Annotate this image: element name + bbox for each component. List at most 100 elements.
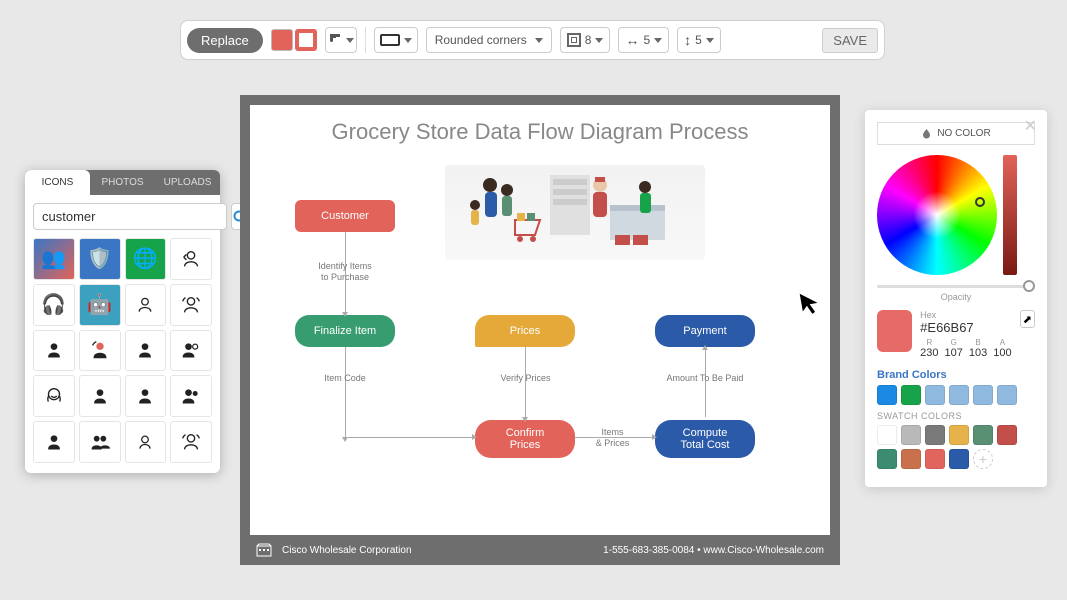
canvas-footer: Cisco Wholesale Corporation 1-555-683-38… xyxy=(240,535,840,565)
eyedropper-button[interactable]: ⬈ xyxy=(1020,310,1035,328)
chevron-down-icon xyxy=(706,38,714,43)
brand-colors-label: Brand Colors xyxy=(877,369,1035,381)
icons-panel: ICONS PHOTOS UPLOADS 👥 🛡️ 🌐 🎧 🤖 xyxy=(25,170,220,473)
header-illustration xyxy=(445,165,705,260)
width-dropdown[interactable]: ↔ 5 xyxy=(618,27,669,53)
rgba-values: R230 G107 B103 A100 xyxy=(920,338,1011,359)
color-wheel[interactable] xyxy=(877,155,997,275)
color-swatch[interactable] xyxy=(949,425,969,445)
node-confirm[interactable]: Confirm Prices xyxy=(475,420,575,458)
wheel-cursor[interactable] xyxy=(975,197,985,207)
icon-result[interactable] xyxy=(170,330,212,372)
chevron-down-icon xyxy=(535,38,543,43)
border-icon xyxy=(567,33,581,47)
no-color-button[interactable]: NO COLOR xyxy=(877,122,1035,145)
hex-value[interactable]: #E66B67 xyxy=(920,320,1011,335)
horizontal-arrows-icon: ↔ xyxy=(625,32,639,48)
icon-result[interactable] xyxy=(170,284,212,326)
arrow xyxy=(345,437,472,438)
icon-result[interactable]: 🌐 xyxy=(125,238,167,280)
opacity-label: Opacity xyxy=(877,292,1035,302)
icon-result[interactable] xyxy=(79,375,121,417)
color-swatch[interactable] xyxy=(997,425,1017,445)
color-swatches xyxy=(271,29,317,51)
node-customer[interactable]: Customer xyxy=(295,200,395,232)
brand-swatch[interactable] xyxy=(949,385,969,405)
fill-color-swatch[interactable] xyxy=(271,29,293,51)
close-icon[interactable]: ✕ xyxy=(1024,116,1037,136)
opacity-thumb[interactable] xyxy=(1023,280,1035,292)
icon-result[interactable] xyxy=(33,330,75,372)
node-prices[interactable]: Prices xyxy=(475,315,575,347)
vertical-arrows-icon: ↕ xyxy=(684,32,691,48)
icon-result[interactable]: 🛡️ xyxy=(79,238,121,280)
canvas[interactable]: Grocery Store Data Flow Diagram Process … xyxy=(250,105,830,555)
icon-grid: 👥 🛡️ 🌐 🎧 🤖 xyxy=(25,238,220,473)
icon-result[interactable] xyxy=(125,330,167,372)
brand-swatch[interactable] xyxy=(925,385,945,405)
icon-result[interactable] xyxy=(33,375,75,417)
corner-style-dropdown[interactable]: Rounded corners xyxy=(426,27,552,53)
color-swatch[interactable] xyxy=(901,449,921,469)
brand-colors-row xyxy=(877,385,1035,405)
hex-label: Hex xyxy=(920,310,1011,320)
icon-result[interactable] xyxy=(125,284,167,326)
replace-button[interactable]: Replace xyxy=(187,28,263,53)
add-swatch-button[interactable]: + xyxy=(973,449,993,469)
icon-result[interactable] xyxy=(125,375,167,417)
brand-swatch[interactable] xyxy=(877,385,897,405)
swatch-colors-row: + xyxy=(877,425,1035,469)
brand-swatch[interactable] xyxy=(973,385,993,405)
icon-result[interactable]: 🤖 xyxy=(79,284,121,326)
swatch-colors-label: SWATCH COLORS xyxy=(877,411,1035,421)
search-input[interactable] xyxy=(33,203,227,230)
footer-company: Cisco Wholesale Corporation xyxy=(282,545,412,556)
chevron-down-icon xyxy=(404,38,412,43)
color-swatch[interactable] xyxy=(877,425,897,445)
height-dropdown[interactable]: ↕ 5 xyxy=(677,27,721,53)
current-color-swatch xyxy=(877,310,912,352)
color-swatch[interactable] xyxy=(877,449,897,469)
canvas-frame: Grocery Store Data Flow Diagram Process … xyxy=(240,95,840,565)
hue-slider[interactable] xyxy=(1003,155,1017,275)
border-weight-dropdown[interactable]: 8 xyxy=(560,27,611,53)
icon-result[interactable] xyxy=(79,330,121,372)
shape-dropdown[interactable] xyxy=(374,27,418,53)
paint-tool-dropdown[interactable] xyxy=(325,27,357,53)
brand-swatch[interactable] xyxy=(901,385,921,405)
icon-result[interactable] xyxy=(170,238,212,280)
divider xyxy=(365,27,366,53)
diagram-title: Grocery Store Data Flow Diagram Process xyxy=(250,105,830,153)
stroke-color-swatch[interactable] xyxy=(295,29,317,51)
opacity-slider[interactable] xyxy=(877,285,1035,288)
icon-result[interactable] xyxy=(170,421,212,463)
save-button[interactable]: SAVE xyxy=(822,28,878,53)
droplet-icon xyxy=(921,128,932,139)
chevron-down-icon xyxy=(654,38,662,43)
building-icon xyxy=(256,543,272,557)
icon-result[interactable]: 👥 xyxy=(33,238,75,280)
node-compute[interactable]: Compute Total Cost xyxy=(655,420,755,458)
rectangle-icon xyxy=(380,34,400,46)
tab-photos[interactable]: PHOTOS xyxy=(90,170,155,195)
edge-label: Items & Prices xyxy=(585,427,640,449)
tab-icons[interactable]: ICONS xyxy=(25,170,90,195)
brand-swatch[interactable] xyxy=(997,385,1017,405)
edge-label: Amount To Be Paid xyxy=(665,373,745,384)
color-swatch[interactable] xyxy=(949,449,969,469)
node-payment[interactable]: Payment xyxy=(655,315,755,347)
color-swatch[interactable] xyxy=(925,449,945,469)
icon-result[interactable] xyxy=(170,375,212,417)
edge-label: Verify Prices xyxy=(498,373,553,384)
color-swatch[interactable] xyxy=(901,425,921,445)
icon-result[interactable] xyxy=(125,421,167,463)
panel-tabs: ICONS PHOTOS UPLOADS xyxy=(25,170,220,195)
icon-result[interactable] xyxy=(33,421,75,463)
color-swatch[interactable] xyxy=(973,425,993,445)
color-swatch[interactable] xyxy=(925,425,945,445)
arrow xyxy=(345,347,346,437)
icon-result[interactable]: 🎧 xyxy=(33,284,75,326)
tab-uploads[interactable]: UPLOADS xyxy=(155,170,220,195)
node-finalize[interactable]: Finalize Item xyxy=(295,315,395,347)
icon-result[interactable] xyxy=(79,421,121,463)
